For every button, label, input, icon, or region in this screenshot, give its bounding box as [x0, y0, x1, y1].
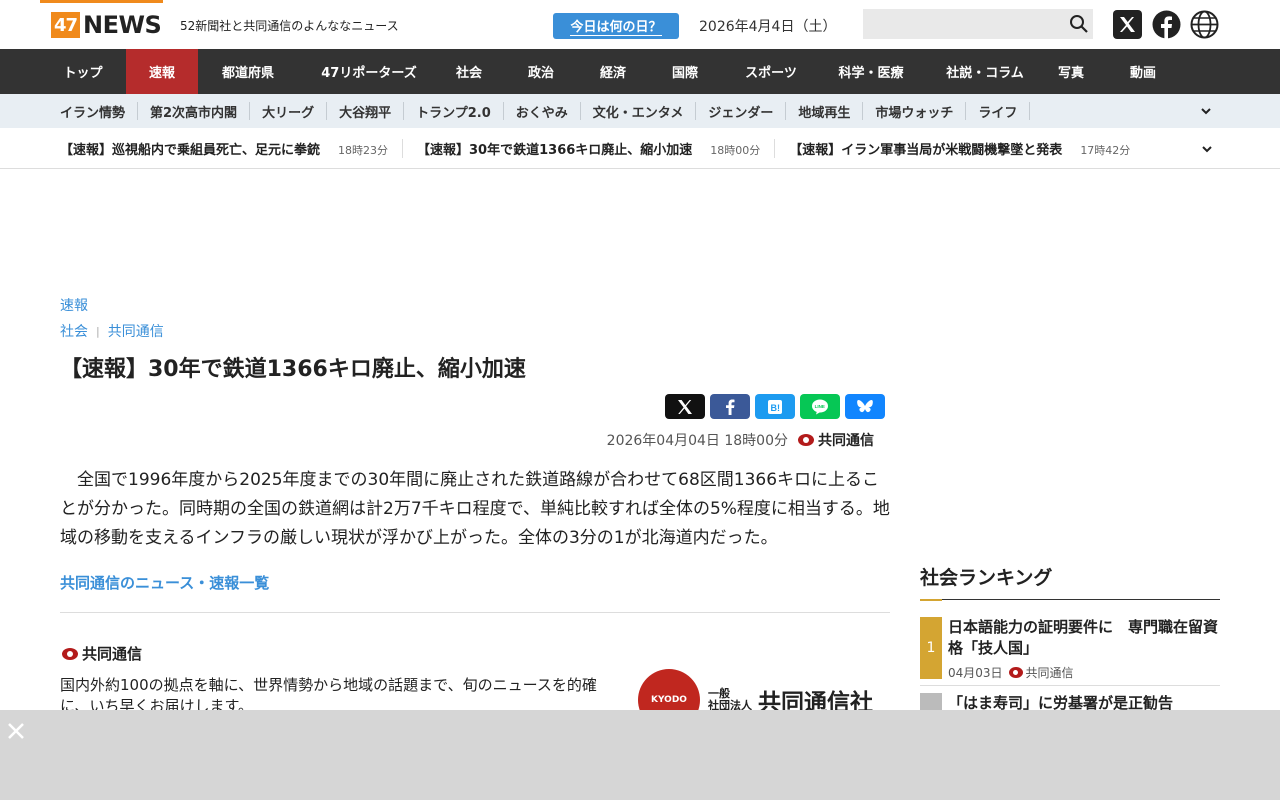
- society-ranking: 社会ランキング 1 日本語能力の証明要件に 専門職在留資格「技人国」 04月03…: [920, 563, 1220, 755]
- ticker-title: 【速報】イラン軍事当局が米戦闘機撃墜と発表: [789, 142, 1063, 158]
- topic-culture[interactable]: 文化・エンタメ: [581, 102, 697, 121]
- topic-ohtani[interactable]: 大谷翔平: [327, 102, 405, 121]
- article-kicker[interactable]: 速報: [60, 295, 890, 315]
- ticker-time: 18時00分: [710, 143, 761, 157]
- globe-icon[interactable]: [1190, 10, 1219, 39]
- nav-item-breaking[interactable]: 速報: [126, 49, 198, 94]
- breadcrumb-separator: |: [96, 324, 100, 338]
- ticker-item[interactable]: 【速報】30年で鉄道1366キロ廃止、縮小加速 18時00分: [417, 138, 776, 158]
- hatena-bookmark-icon: B!: [768, 399, 782, 414]
- topic-trump[interactable]: トランプ2.0: [404, 102, 504, 121]
- article-body: 全国で1996年度から2025年度までの30年間に廃止された鉄道路線が合わせて6…: [60, 470, 890, 548]
- current-date: 2026年4月4日（土）: [699, 19, 837, 35]
- logo-text: NEWS: [83, 11, 162, 39]
- nav-item-world[interactable]: 国際: [642, 49, 728, 94]
- source-name: 共同通信: [82, 645, 143, 663]
- kyodo-logo-icon: [798, 434, 814, 446]
- ticker-item[interactable]: 【速報】イラン軍事当局が米戦闘機撃墜と発表 17時42分: [789, 139, 1144, 158]
- nav-item-society[interactable]: 社会: [440, 49, 498, 94]
- nav-item-science[interactable]: 科学・医療: [814, 49, 928, 94]
- topic-life[interactable]: ライフ: [966, 102, 1031, 121]
- article-source: 共同通信: [818, 433, 874, 449]
- nav-item-politics[interactable]: 政治: [498, 49, 584, 94]
- ticker-title: 【速報】30年で鉄道1366キロ廃止、縮小加速: [417, 142, 693, 158]
- ranking-title-accent: [920, 599, 942, 601]
- kyodo-logo-icon: [62, 647, 78, 660]
- ticker-title: 【速報】巡視船内で乗組員死亡、足元に拳銃: [60, 142, 321, 158]
- ticker-time: 18時23分: [338, 143, 389, 157]
- ranking-item-source: 共同通信: [1025, 666, 1074, 680]
- share-hatena-button[interactable]: B!: [755, 394, 795, 419]
- search-icon[interactable]: [1069, 14, 1089, 34]
- site-logo[interactable]: 47 NEWS: [51, 11, 162, 39]
- ticker-item[interactable]: 【速報】巡視船内で乗組員死亡、足元に拳銃 18時23分: [60, 138, 404, 158]
- share-buttons: B! LINE: [665, 394, 885, 419]
- main-nav: トップ 速報 都道府県 47リポーターズ 社会 政治 経済 国際 スポーツ 科学…: [0, 49, 1280, 94]
- topic-subnav: イラン情勢 第2次高市内閣 大リーグ 大谷翔平 トランプ2.0 おくやみ 文化・…: [0, 94, 1280, 128]
- chevron-down-icon[interactable]: [1201, 143, 1213, 155]
- search-input[interactable]: [863, 9, 1093, 39]
- x-twitter-icon[interactable]: [1113, 10, 1142, 39]
- topic-takaichi-cabinet[interactable]: 第2次高市内閣: [138, 102, 251, 121]
- share-x-button[interactable]: [665, 394, 705, 419]
- svg-text:LINE: LINE: [815, 404, 825, 409]
- share-facebook-button[interactable]: [710, 394, 750, 419]
- ranking-divider: [920, 685, 1220, 686]
- category-link[interactable]: 社会: [60, 321, 88, 341]
- kyodo-news-list-link[interactable]: 共同通信のニュース・速報一覧: [60, 572, 269, 593]
- topic-obituaries[interactable]: おくやみ: [504, 102, 581, 121]
- nav-item-prefectures[interactable]: 都道府県: [198, 49, 298, 94]
- ranking-item-title: 日本語能力の証明要件に 専門職在留資格「技人国」: [948, 618, 1219, 657]
- nav-item-47reporters[interactable]: 47リポーターズ: [298, 49, 440, 94]
- source-heading: 共同通信: [62, 643, 142, 664]
- ranking-item-date: 04月03日: [948, 666, 1003, 680]
- close-icon[interactable]: [7, 722, 25, 740]
- topic-market[interactable]: 市場ウォッチ: [863, 102, 967, 121]
- article: 速報 社会 | 共同通信 【速報】30年で鉄道1366キロ廃止、縮小加速 B! …: [60, 295, 890, 731]
- bottom-ad-overlay: [0, 710, 1280, 800]
- chevron-down-icon[interactable]: [1200, 105, 1212, 117]
- nav-item-sports[interactable]: スポーツ: [728, 49, 814, 94]
- breadcrumb: 社会 | 共同通信: [60, 321, 890, 341]
- ranking-title: 社会ランキング: [920, 563, 1220, 600]
- today-button-label: 今日は何の日？: [570, 16, 662, 36]
- share-bluesky-button[interactable]: [845, 394, 885, 419]
- topic-iran[interactable]: イラン情勢: [48, 102, 139, 121]
- nav-item-photos[interactable]: 写真: [1042, 49, 1100, 94]
- facebook-icon[interactable]: [1152, 10, 1181, 39]
- ticker-time: 17時42分: [1080, 143, 1131, 157]
- topic-mlb[interactable]: 大リーグ: [250, 102, 328, 121]
- source-link[interactable]: 共同通信: [108, 321, 164, 341]
- facebook-icon: [726, 399, 735, 415]
- today-in-history-button[interactable]: 今日は何の日？: [553, 13, 679, 39]
- line-icon: LINE: [812, 399, 828, 414]
- breaking-ticker: 【速報】巡視船内で乗組員死亡、足元に拳銃 18時23分 【速報】30年で鉄道13…: [0, 128, 1280, 169]
- article-datetime: 2026年04月04日 18時00分: [606, 433, 788, 449]
- share-line-button[interactable]: LINE: [800, 394, 840, 419]
- logo-number: 47: [51, 12, 80, 38]
- article-title: 【速報】30年で鉄道1366キロ廃止、縮小加速: [60, 357, 526, 382]
- nav-item-economy[interactable]: 経済: [584, 49, 642, 94]
- topic-gender[interactable]: ジェンダー: [696, 102, 787, 121]
- article-meta: 2026年04月04日 18時00分 共同通信: [607, 430, 874, 450]
- x-twitter-icon: [678, 399, 692, 414]
- section-divider: [60, 612, 890, 613]
- svg-text:B!: B!: [771, 403, 781, 413]
- ranking-item-meta: 04月03日 共同通信: [948, 664, 1074, 681]
- ranking-number: 1: [920, 617, 942, 679]
- site-header: 47 NEWS 52新聞社と共同通信のよんななニュース 今日は何の日？ 2026…: [0, 0, 1280, 49]
- nav-item-videos[interactable]: 動画: [1100, 49, 1186, 94]
- kyodo-logo-small-text: 一般 社団法人: [708, 688, 752, 712]
- topic-regional[interactable]: 地域再生: [786, 102, 864, 121]
- nav-item-editorials[interactable]: 社説・コラム: [928, 49, 1042, 94]
- site-tagline: 52新聞社と共同通信のよんななニュース: [180, 19, 399, 33]
- nav-item-top[interactable]: トップ: [40, 49, 126, 94]
- bluesky-icon: [857, 399, 873, 412]
- kyodo-logo-icon: [1008, 667, 1023, 678]
